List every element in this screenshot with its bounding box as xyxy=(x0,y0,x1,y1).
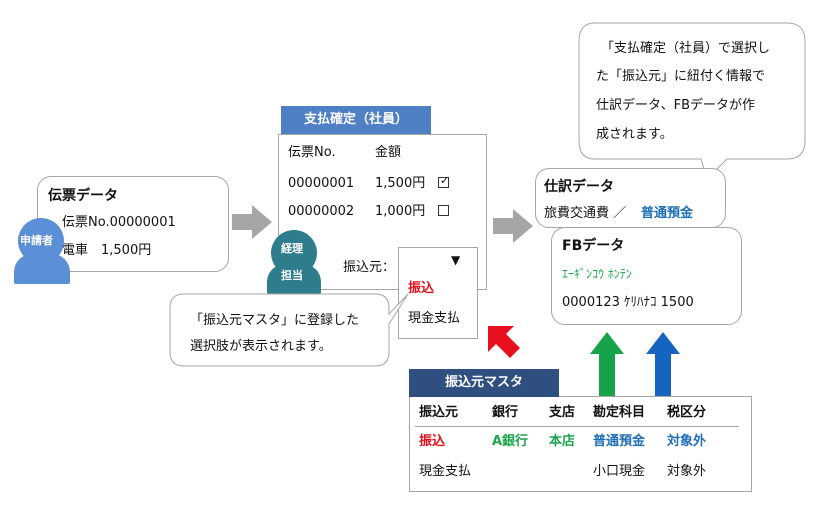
master-row2-source: 現金支払 xyxy=(419,464,472,479)
red-reference-arrow xyxy=(488,326,520,358)
master-row1-account: 普通預金 xyxy=(593,434,646,449)
master-row2-tax: 対象外 xyxy=(667,464,707,479)
master-col-bank: 銀行 xyxy=(492,405,519,420)
applicant-label: 申請者 xyxy=(20,234,53,247)
callout-top-line2: た「振込元」に紐付く情報で xyxy=(596,69,766,84)
journal-data-title: 仕訳データ xyxy=(544,179,614,195)
fb-data-card: FBデータ ｴｰｷﾞﾝｺｳ ﾎﾝﾃﾝ 0000123 ｹﾘﾊﾅｺ 1500 xyxy=(551,227,742,325)
master-table-header: 振込元マスタ xyxy=(409,369,559,397)
master-row1-tax: 対象外 xyxy=(667,434,707,449)
checkmark-icon: ✓ xyxy=(440,174,450,187)
master-row1-bank: A銀行 xyxy=(492,434,529,449)
accounting-label-line2: 担当 xyxy=(281,269,303,282)
applicant-body xyxy=(14,254,70,284)
green-up-arrow xyxy=(590,332,624,396)
journal-entry-credit: 普通預金 xyxy=(641,206,694,221)
callout-left-line1: 「振込元マスタ」に登録した xyxy=(190,313,360,328)
amount-column-header: 金額 xyxy=(375,145,402,160)
accounting-label-line1: 経理 xyxy=(281,242,303,255)
master-row1-branch: 本店 xyxy=(549,434,576,449)
fb-account-record: 0000123 ｹﾘﾊﾅｺ 1500 xyxy=(562,295,694,310)
journal-entry-debit: 旅費交通費 ／ xyxy=(544,206,627,221)
master-col-branch: 支店 xyxy=(549,405,576,420)
row1-voucher-no: 00000001 xyxy=(288,176,355,191)
chevron-down-icon[interactable]: ▼ xyxy=(451,254,460,266)
transfer-source-label: 振込元： xyxy=(343,260,396,275)
voucher-transport-amount: 電車 1,500円 xyxy=(62,243,152,258)
callout-left-bubble xyxy=(169,293,409,367)
callout-top-line1: 「支払確定（社員）で選択し xyxy=(601,41,771,56)
master-col-account: 勘定科目 xyxy=(593,405,646,420)
row1-checkbox[interactable]: ✓ xyxy=(438,174,450,188)
fb-bank-branch-kana: ｴｰｷﾞﾝｺｳ ﾎﾝﾃﾝ xyxy=(562,267,632,281)
voucher-data-card: 伝票データ 伝票No.00000001 電車 1,500円 xyxy=(37,176,229,272)
row2-voucher-no: 00000002 xyxy=(288,204,355,219)
callout-left-line2: 選択肢が表示されます。 xyxy=(190,339,332,354)
row2-amount: 1,000円 xyxy=(375,204,426,219)
voucher-data-title: 伝票データ xyxy=(48,188,118,204)
flow-arrow-2 xyxy=(493,209,533,243)
dropdown-option-transfer[interactable]: 振込 xyxy=(408,282,434,295)
flow-arrow-1 xyxy=(232,205,272,239)
fb-data-title: FBデータ xyxy=(562,238,625,254)
master-row2-account: 小口現金 xyxy=(593,464,646,479)
payment-confirm-header: 支払確定（社員） xyxy=(281,106,431,134)
row2-checkbox[interactable] xyxy=(438,205,449,216)
journal-data-card: 仕訳データ 旅費交通費 ／ 普通預金 xyxy=(535,168,726,228)
master-col-tax: 税区分 xyxy=(667,405,707,420)
master-header-divider xyxy=(415,426,739,427)
voucher-no-column-header: 伝票No. xyxy=(288,145,336,160)
callout-top-line3: 仕訳データ、FBデータが作 xyxy=(596,98,756,113)
callout-top-line4: 成されます。 xyxy=(596,127,673,142)
master-row1-source: 振込 xyxy=(419,434,446,449)
voucher-number: 伝票No.00000001 xyxy=(62,215,176,230)
blue-up-arrow xyxy=(646,332,680,396)
row1-amount: 1,500円 xyxy=(375,176,426,191)
master-col-source: 振込元 xyxy=(419,405,459,420)
dropdown-option-cash[interactable]: 現金支払 xyxy=(408,312,460,325)
transfer-source-dropdown[interactable]: ▼ 振込 現金支払 xyxy=(398,247,478,339)
